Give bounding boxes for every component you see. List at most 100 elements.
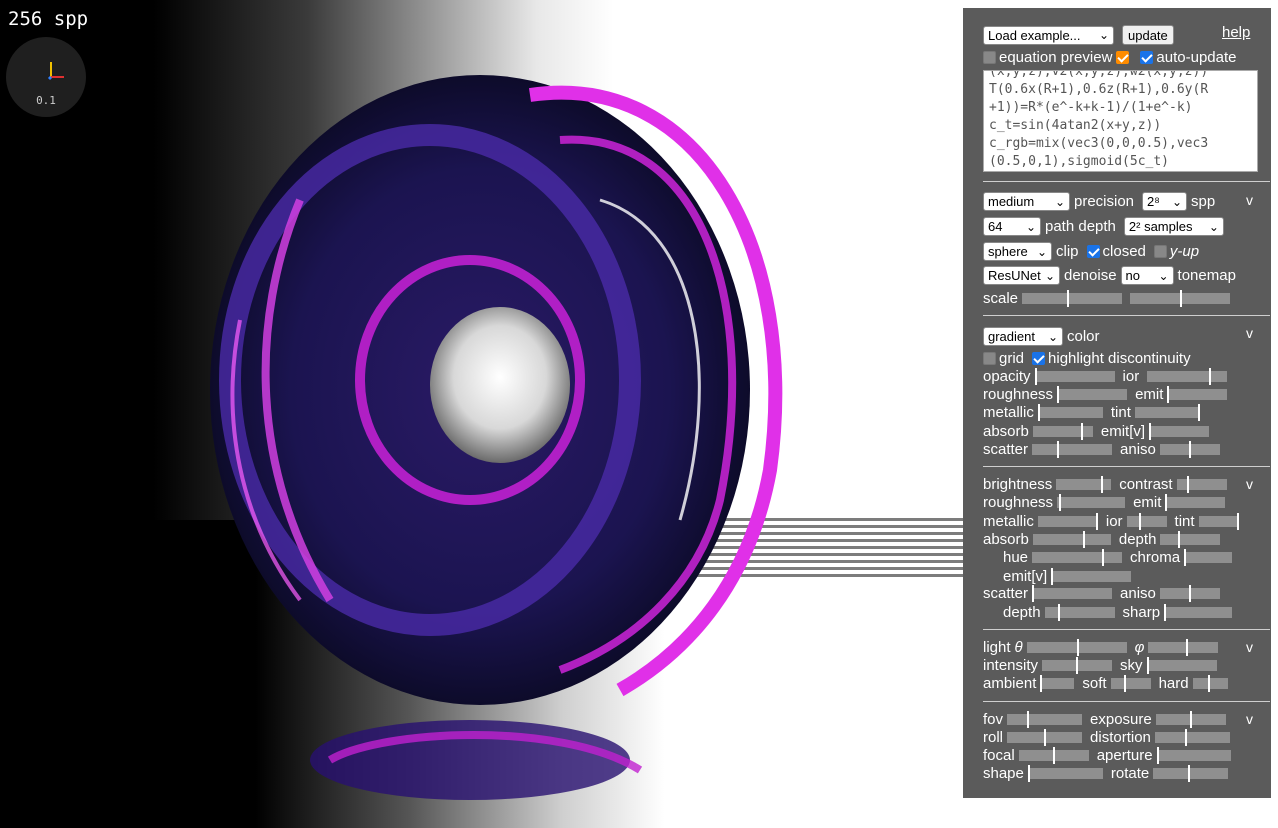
help-link[interactable]: help xyxy=(1222,24,1250,41)
aperture-slider[interactable] xyxy=(1156,747,1231,764)
equation-preview-toggle[interactable] xyxy=(1116,51,1130,64)
auto-update-checkbox[interactable] xyxy=(1140,51,1154,64)
ior-slider[interactable] xyxy=(1147,368,1228,385)
closed-checkbox[interactable] xyxy=(1086,245,1100,258)
scale-label: scale xyxy=(983,290,1019,307)
surface-collapse-toggle[interactable]: v xyxy=(1246,476,1253,492)
highlight-label: highlight discontinuity xyxy=(1048,350,1191,367)
material-collapse-toggle[interactable]: v xyxy=(1246,325,1253,341)
sky-label: sky xyxy=(1120,657,1143,674)
aniso-slider[interactable] xyxy=(1159,585,1220,602)
light-collapse-toggle[interactable]: v xyxy=(1246,639,1253,655)
tint-slider[interactable] xyxy=(1198,513,1239,530)
sharp-slider[interactable] xyxy=(1164,604,1233,621)
axis-gizmo[interactable]: 0.1 xyxy=(6,37,86,117)
aperture-label: aperture xyxy=(1096,747,1153,764)
roughness-label: roughness xyxy=(983,494,1054,511)
hue-label: hue xyxy=(1003,549,1029,566)
divider xyxy=(983,181,1270,182)
absorb-slider[interactable] xyxy=(1032,423,1093,440)
yup-checkbox[interactable] xyxy=(1153,245,1167,258)
path-depth-select[interactable]: 64 xyxy=(983,217,1041,236)
absorb-label: absorb xyxy=(983,423,1029,440)
scatter-label: scatter xyxy=(983,441,1029,458)
load-example-select[interactable]: Load example... xyxy=(983,25,1114,45)
camera-collapse-toggle[interactable]: v xyxy=(1246,711,1253,727)
sky-slider[interactable] xyxy=(1146,657,1217,674)
precision-label: precision xyxy=(1074,193,1135,210)
spp-counter: 256 spp xyxy=(8,8,89,30)
absorb-slider[interactable] xyxy=(1032,531,1111,548)
emit-slider[interactable] xyxy=(1167,386,1228,403)
render-collapse-toggle[interactable]: v xyxy=(1246,192,1253,208)
focal-slider[interactable] xyxy=(1018,747,1089,764)
aniso-label: aniso xyxy=(1120,441,1156,458)
brightness-slider[interactable] xyxy=(1056,476,1112,493)
scale-slider[interactable] xyxy=(1022,290,1123,307)
tonemap-select[interactable]: no xyxy=(1120,266,1174,285)
spp-select[interactable]: 2⁸ xyxy=(1142,192,1188,211)
depth-slider[interactable] xyxy=(1160,531,1221,548)
ior-slider[interactable] xyxy=(1126,513,1167,530)
emit-v-slider[interactable] xyxy=(1051,568,1132,585)
scale-slider-2[interactable] xyxy=(1130,290,1231,307)
grid-checkbox[interactable] xyxy=(983,352,996,365)
shape-slider[interactable] xyxy=(1027,765,1103,782)
color-select[interactable]: gradient xyxy=(983,327,1063,346)
scatter-slider[interactable] xyxy=(1032,441,1113,458)
equation-line: T(0.6x(R+1),0.6z(R+1),0.6y(R xyxy=(989,82,1209,97)
equation-line: c_rgb=mix(vec3(0,0,0.5),vec3 xyxy=(989,136,1209,151)
intensity-slider[interactable] xyxy=(1042,657,1113,674)
yup-label: y-up xyxy=(1169,243,1200,260)
color-label: color xyxy=(1067,328,1100,345)
update-button[interactable]: update xyxy=(1122,25,1174,45)
distortion-slider[interactable] xyxy=(1154,729,1230,746)
rotate-label: rotate xyxy=(1110,765,1150,782)
equation-preview-checkbox[interactable] xyxy=(983,51,996,64)
exposure-slider[interactable] xyxy=(1155,711,1226,728)
roughness-label: roughness xyxy=(983,386,1054,403)
depth-label: depth xyxy=(1118,531,1157,548)
chroma-slider[interactable] xyxy=(1184,549,1233,566)
light-phi-slider[interactable] xyxy=(1148,639,1219,656)
samples-select[interactable]: 2² samples xyxy=(1123,217,1224,236)
depth-slider-2[interactable] xyxy=(1044,604,1115,621)
roughness-slider[interactable] xyxy=(1057,386,1128,403)
tint-label: tint xyxy=(1174,513,1195,530)
metallic-slider[interactable] xyxy=(1037,404,1103,421)
metallic-slider[interactable] xyxy=(1037,513,1098,530)
divider xyxy=(983,315,1270,316)
hard-slider[interactable] xyxy=(1192,675,1228,692)
fov-slider[interactable] xyxy=(1007,711,1083,728)
highlight-checkbox[interactable] xyxy=(1032,352,1046,365)
scatter-slider[interactable] xyxy=(1032,585,1113,602)
contrast-slider[interactable] xyxy=(1176,476,1227,493)
control-panel: Load example... update help equation pre… xyxy=(963,8,1271,798)
emit-slider[interactable] xyxy=(1165,494,1226,511)
equation-editor[interactable]: (x,y,z),v2(x,y,z),w2(x,y,z)) T(0.6x(R+1)… xyxy=(983,70,1258,172)
metallic-label: metallic xyxy=(983,404,1034,421)
aniso-slider[interactable] xyxy=(1159,441,1220,458)
roll-slider[interactable] xyxy=(1007,729,1083,746)
shape-label: shape xyxy=(983,765,1024,782)
ambient-label: ambient xyxy=(983,675,1037,692)
equation-line: +1))=R*(e^-k+k-1)/(1+e^-k) xyxy=(989,100,1193,115)
ambient-slider[interactable] xyxy=(1040,675,1075,692)
rotate-slider[interactable] xyxy=(1153,765,1229,782)
soft-label: soft xyxy=(1082,675,1107,692)
clip-select[interactable]: sphere xyxy=(983,242,1052,261)
denoise-select[interactable]: ResUNet xyxy=(983,266,1060,285)
hue-slider[interactable] xyxy=(1032,549,1123,566)
opacity-label: opacity xyxy=(983,368,1031,385)
precision-select[interactable]: medium xyxy=(983,192,1070,211)
emit-v-label: emit[v] xyxy=(1003,568,1048,585)
depth-label: depth xyxy=(1003,604,1041,621)
opacity-slider[interactable] xyxy=(1034,368,1115,385)
light-theta-slider[interactable] xyxy=(1026,639,1127,656)
contrast-label: contrast xyxy=(1119,476,1173,493)
emit-v-slider[interactable] xyxy=(1149,423,1210,440)
soft-slider[interactable] xyxy=(1110,675,1151,692)
tint-slider[interactable] xyxy=(1134,404,1200,421)
roughness-slider[interactable] xyxy=(1057,494,1126,511)
aniso-label: aniso xyxy=(1120,585,1156,602)
